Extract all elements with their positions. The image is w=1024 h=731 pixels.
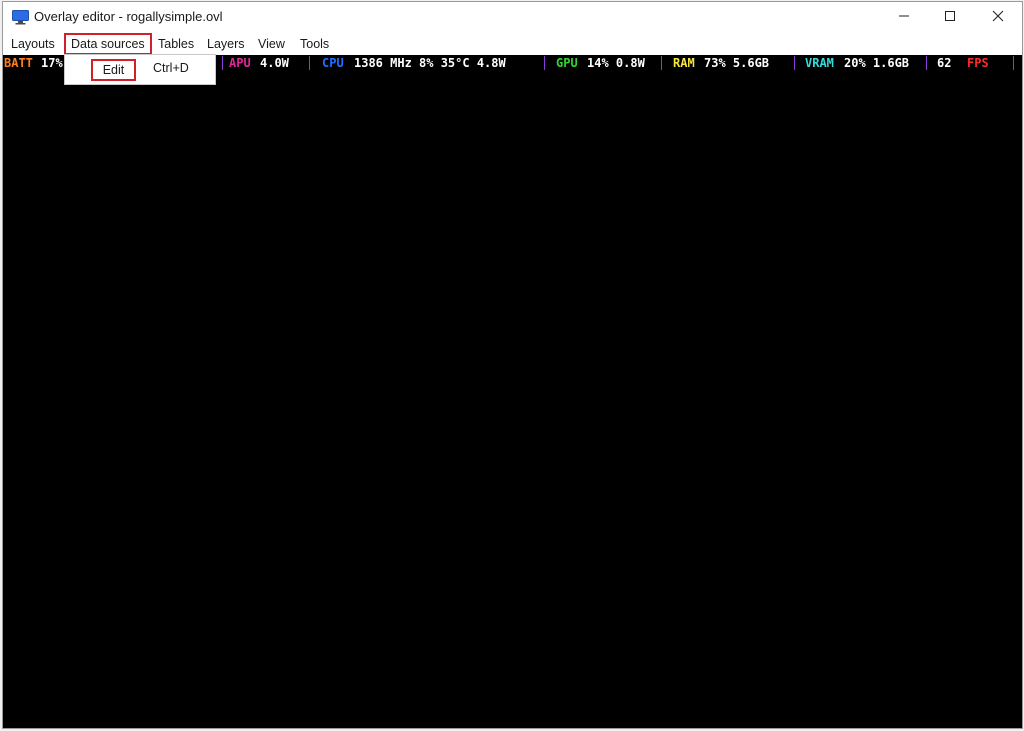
separator bbox=[926, 56, 927, 70]
vram-value: 20% 1.6GB bbox=[844, 56, 910, 70]
separator bbox=[661, 56, 662, 70]
separator bbox=[1013, 56, 1014, 70]
batt-value: 17% bbox=[41, 56, 63, 70]
batt-label: BATT bbox=[4, 56, 33, 70]
menu-layouts[interactable]: Layouts bbox=[11, 33, 55, 55]
separator bbox=[222, 56, 223, 70]
apu-label: APU bbox=[229, 56, 251, 70]
close-button[interactable] bbox=[975, 2, 1021, 33]
vram-label: VRAM bbox=[805, 56, 834, 70]
fps-value: 62 bbox=[937, 56, 952, 70]
menu-data-sources[interactable]: Data sources bbox=[64, 33, 152, 55]
monitor-icon bbox=[12, 10, 29, 25]
window-title: Overlay editor - rogallysimple.ovl bbox=[34, 9, 223, 24]
title-bar: Overlay editor - rogallysimple.ovl bbox=[3, 2, 1022, 33]
edit-shortcut: Ctrl+D bbox=[153, 61, 189, 75]
ram-value: 73% 5.6GB bbox=[704, 56, 770, 70]
apu-value: 4.0W bbox=[260, 56, 289, 70]
cpu-label: CPU bbox=[322, 56, 344, 70]
separator bbox=[309, 56, 310, 70]
close-icon bbox=[992, 9, 1004, 27]
menu-layers[interactable]: Layers bbox=[207, 33, 245, 55]
gpu-label: GPU bbox=[556, 56, 578, 70]
data-sources-dropdown: Edit Ctrl+D bbox=[64, 54, 216, 85]
menu-view[interactable]: View bbox=[258, 33, 285, 55]
maximize-button[interactable] bbox=[927, 2, 973, 33]
menu-item-edit[interactable]: Edit bbox=[91, 59, 136, 81]
minimize-icon bbox=[898, 9, 910, 27]
menu-bar: Layouts Data sources Tables Layers View … bbox=[3, 33, 1022, 55]
menu-tables[interactable]: Tables bbox=[158, 33, 194, 55]
separator bbox=[544, 56, 545, 70]
minimize-button[interactable] bbox=[881, 2, 927, 33]
cpu-value: 1386 MHz 8% 35°C 4.8W bbox=[354, 56, 506, 70]
menu-tools[interactable]: Tools bbox=[300, 33, 329, 55]
gpu-value: 14% 0.8W bbox=[587, 56, 645, 70]
maximize-icon bbox=[944, 9, 956, 27]
ram-label: RAM bbox=[673, 56, 695, 70]
overlay-editor-window: Overlay editor - rogallysimple.ovl Layou… bbox=[2, 1, 1023, 729]
fps-label: FPS bbox=[967, 56, 989, 70]
separator bbox=[794, 56, 795, 70]
